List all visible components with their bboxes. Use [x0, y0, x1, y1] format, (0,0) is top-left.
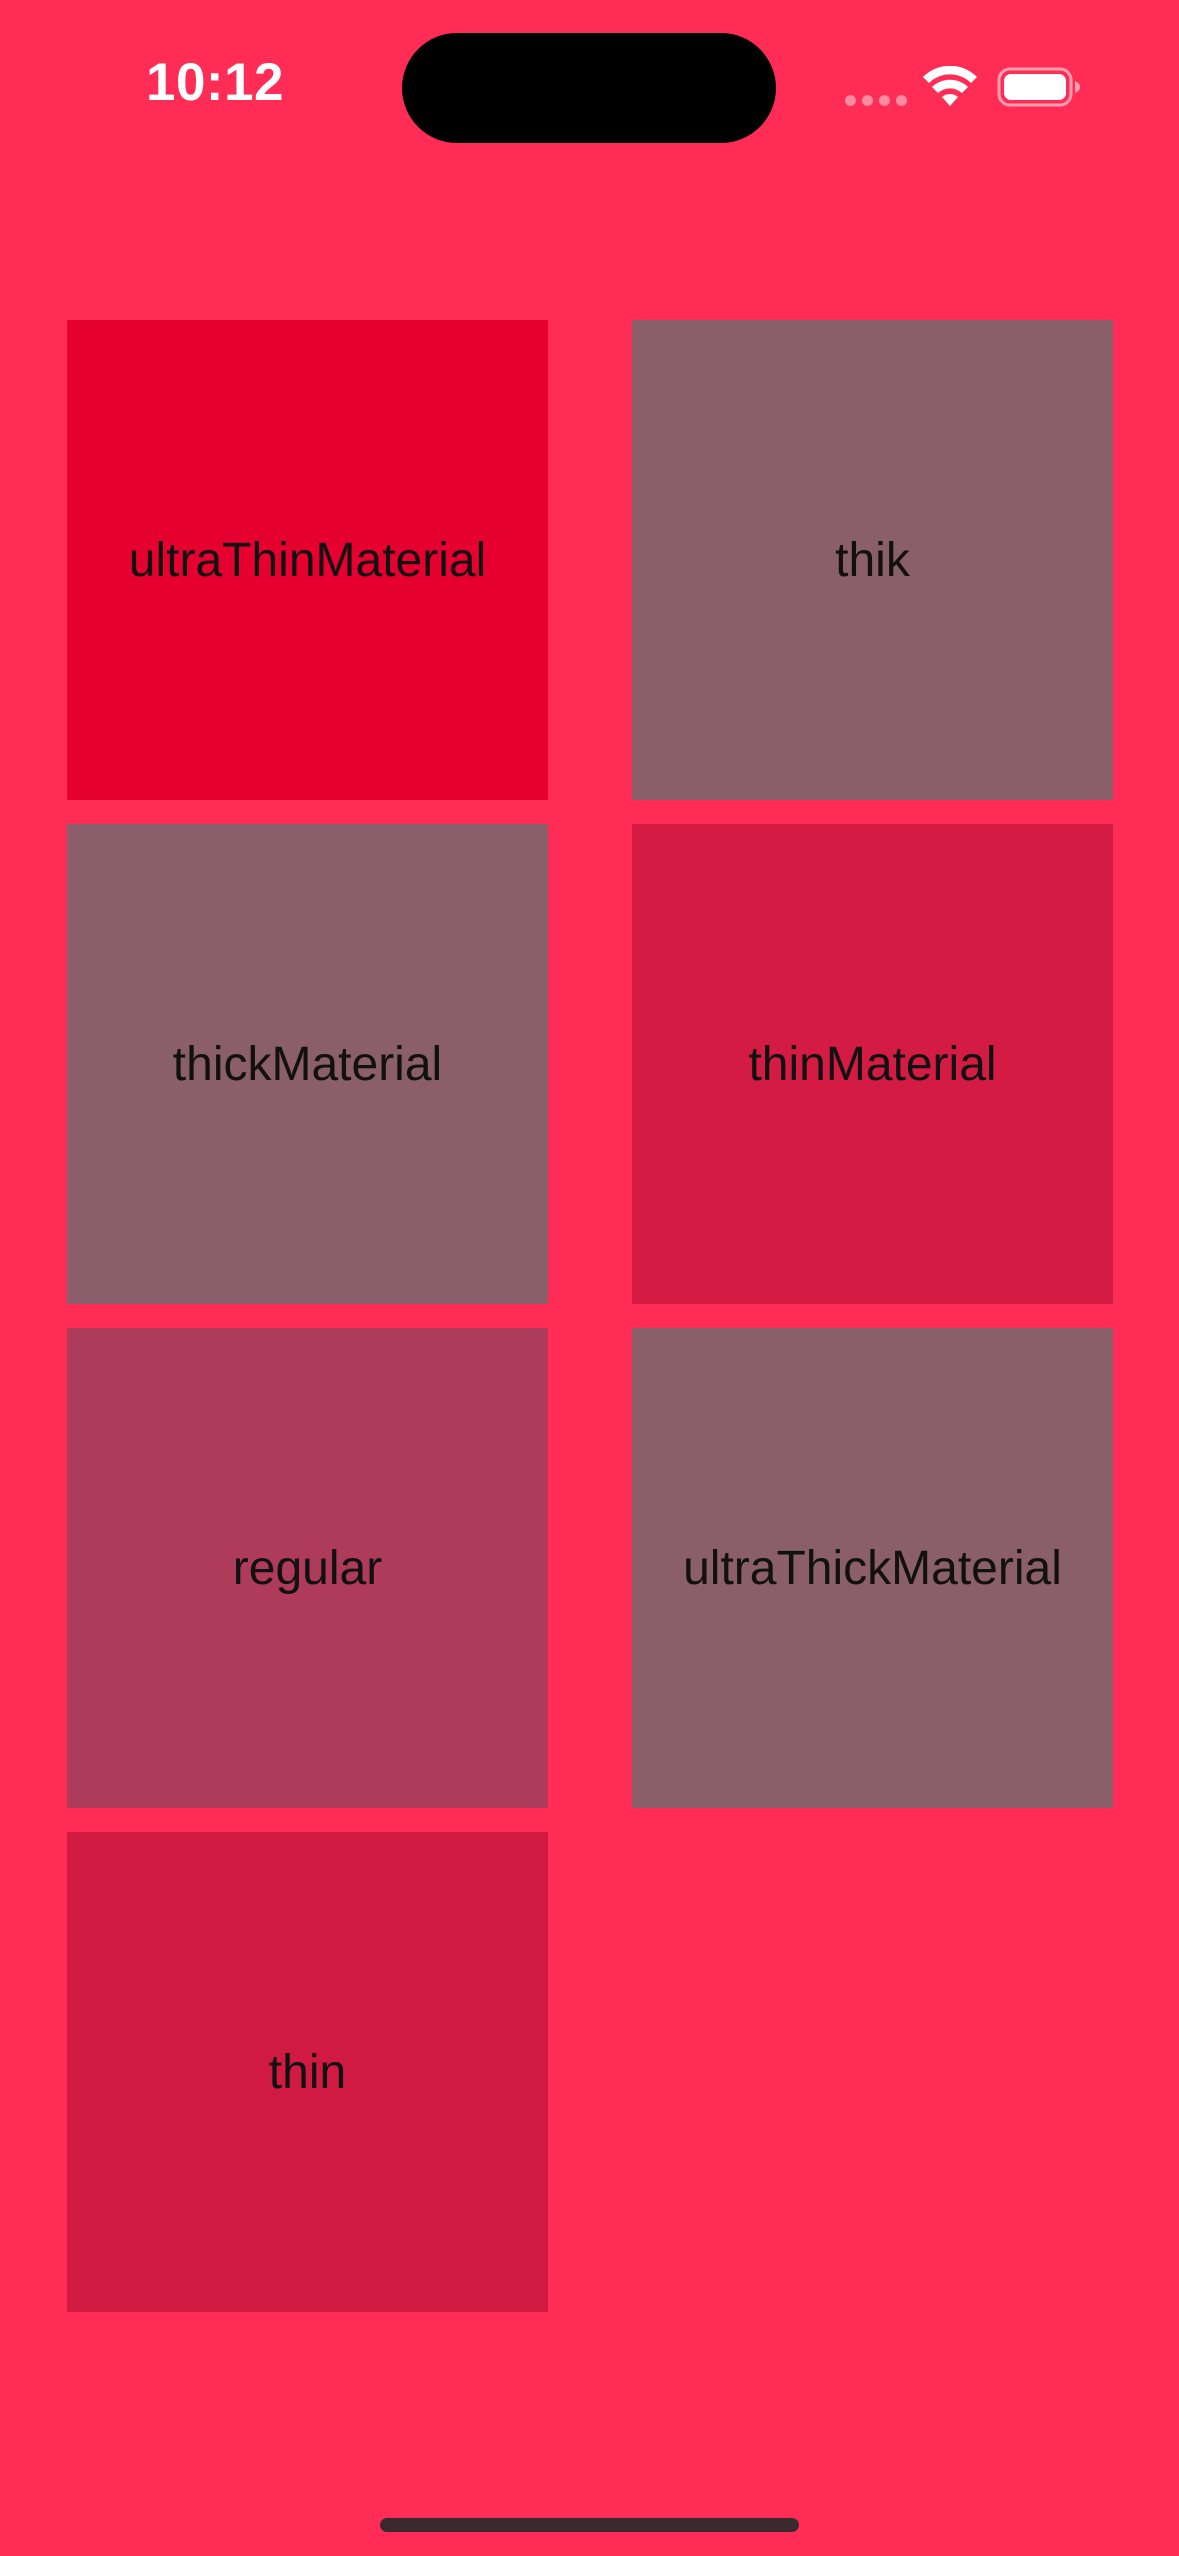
tile-label: thik — [835, 533, 910, 587]
signal-dots-icon — [845, 95, 907, 107]
status-bar: 10:12 — [0, 0, 1179, 170]
wifi-icon — [923, 66, 977, 106]
tile-ultra-thin-material: ultraThinMaterial — [67, 320, 548, 800]
dynamic-island — [402, 33, 776, 143]
tile-thin-material: thinMaterial — [632, 824, 1113, 1304]
tile-label: ultraThickMaterial — [683, 1541, 1062, 1595]
tile-thick-material: thickMaterial — [67, 824, 548, 1304]
home-indicator[interactable] — [380, 2518, 799, 2532]
tile-ultra-thick-material: ultraThickMaterial — [632, 1328, 1113, 1808]
status-time: 10:12 — [145, 53, 285, 112]
tile-thik: thik — [632, 320, 1113, 800]
tile-regular: regular — [67, 1328, 548, 1808]
tile-label: ultraThinMaterial — [128, 533, 487, 587]
tile-label: thickMaterial — [172, 1037, 443, 1091]
tile-label: thin — [268, 2045, 347, 2099]
tile-label: regular — [232, 1541, 383, 1595]
tile-label: thinMaterial — [748, 1037, 997, 1091]
battery-icon — [997, 67, 1080, 107]
tile-thin: thin — [67, 1832, 548, 2312]
materials-grid: ultraThinMaterial thik thickMaterial thi… — [67, 320, 1113, 2312]
